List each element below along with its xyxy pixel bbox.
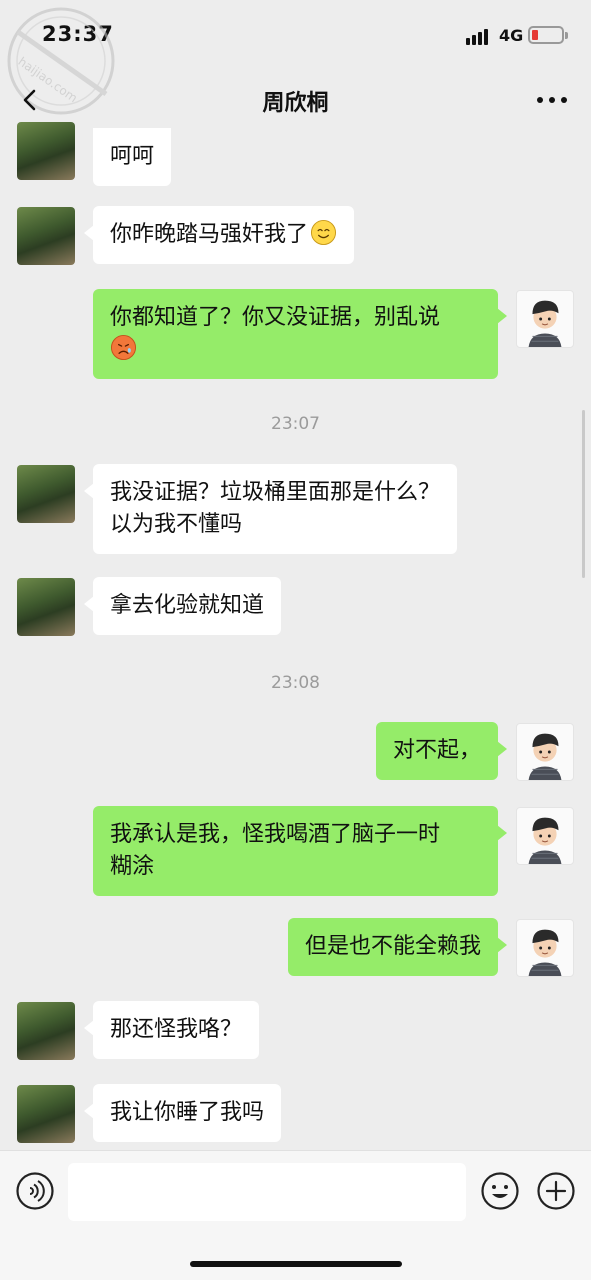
boy-avatar-icon [528, 929, 562, 976]
message-input[interactable] [68, 1163, 466, 1221]
smile-emoji-icon [310, 219, 337, 246]
message-text: 拿去化验就知道 [110, 593, 265, 618]
message-bubble-sent[interactable]: 对不起， [375, 722, 508, 780]
message-bubble-received[interactable]: 你昨晚踏马强奸我了 [83, 206, 355, 264]
boy-avatar-icon [528, 817, 562, 864]
message-text: 你昨晚踏马强奸我了 [110, 222, 309, 247]
message-bubble-received[interactable]: 我没证据？垃圾桶里面那是什么？ 以为我不懂吗 [83, 464, 458, 554]
user-avatar[interactable] [516, 290, 574, 348]
message-timestamp: 23:08 [271, 673, 320, 693]
message-text-line: 以为我不懂吗 [110, 512, 243, 537]
input-bar [0, 1150, 591, 1280]
message-text: 呵呵 [110, 144, 155, 169]
contact-avatar[interactable] [17, 1002, 75, 1060]
boy-avatar-icon [528, 733, 562, 780]
nav-bar: 周欣桐 [0, 70, 591, 132]
home-indicator[interactable] [190, 1261, 402, 1267]
battery-icon [528, 26, 568, 44]
contact-avatar[interactable] [17, 207, 75, 265]
message-text-line: 我承认是我，怪我喝酒了脑子一时 [110, 822, 441, 847]
emoji-icon[interactable] [480, 1171, 520, 1211]
contact-avatar[interactable] [17, 465, 75, 523]
voice-icon[interactable] [15, 1171, 55, 1211]
message-timestamp: 23:07 [271, 414, 320, 434]
sad-emoji-icon [110, 334, 137, 361]
message-text: 那还怪我咯？ [110, 1017, 243, 1042]
message-bubble-sent[interactable]: 但是也不能全赖我 [287, 918, 508, 976]
contact-avatar[interactable] [17, 1085, 75, 1143]
user-avatar[interactable] [516, 807, 574, 865]
message-bubble-received[interactable]: 拿去化验就知道 [83, 577, 282, 635]
message-bubble-received[interactable]: 呵呵 [93, 128, 172, 186]
message-bubble-sent[interactable]: 我承认是我，怪我喝酒了脑子一时 糊涂 [93, 806, 507, 896]
plus-icon[interactable] [536, 1171, 576, 1211]
contact-avatar[interactable] [17, 122, 75, 180]
more-dots-icon[interactable] [532, 82, 572, 118]
signal-icon [466, 27, 492, 45]
chat-area[interactable]: 呵呵 你昨晚踏马强奸我了 你都知道了？你又没证据，别乱说 23:07 我没证据？… [0, 122, 591, 1150]
user-avatar[interactable] [516, 723, 574, 781]
message-text-line: 糊涂 [110, 854, 155, 879]
message-bubble-received[interactable]: 我让你睡了我吗 [83, 1084, 282, 1142]
message-text: 你都知道了？你又没证据，别乱说 [110, 305, 441, 330]
chat-title: 周欣桐 [262, 91, 329, 116]
message-bubble-received[interactable]: 那还怪我咯？ [83, 1001, 260, 1059]
boy-avatar-icon [528, 300, 562, 347]
message-text: 对不起， [392, 738, 481, 763]
user-avatar[interactable] [516, 919, 574, 977]
contact-avatar[interactable] [17, 578, 75, 636]
network-label: 4G [499, 26, 524, 45]
message-bubble-sent[interactable]: 你都知道了？你又没证据，别乱说 [93, 289, 507, 379]
scroll-indicator[interactable] [582, 410, 585, 578]
message-text: 我让你睡了我吗 [110, 1100, 265, 1125]
message-text: 但是也不能全赖我 [304, 934, 481, 959]
message-text-line: 我没证据？垃圾桶里面那是什么？ [110, 480, 441, 505]
